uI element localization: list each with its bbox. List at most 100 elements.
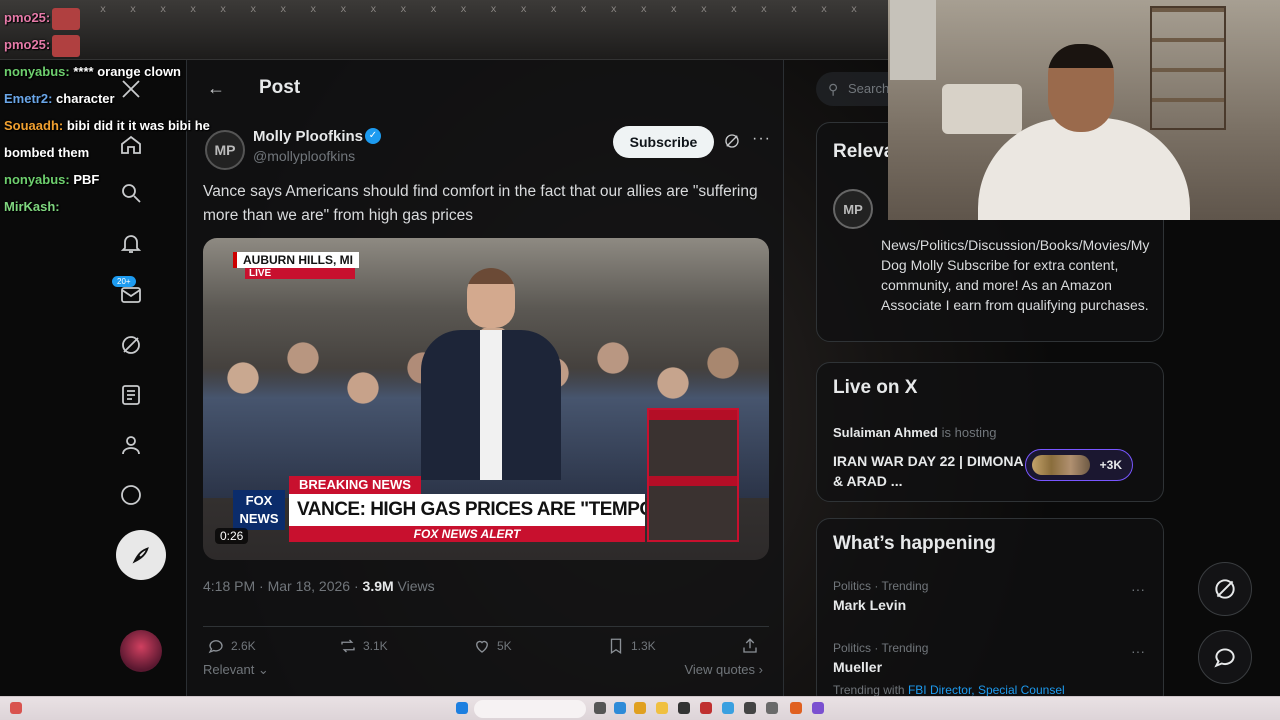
view-quotes-label: View quotes xyxy=(684,662,756,677)
trend-more-icon[interactable]: ··· xyxy=(1131,581,1145,597)
messages-icon[interactable] xyxy=(118,282,144,308)
messages-float-button[interactable] xyxy=(1198,630,1252,684)
more-options-icon[interactable] xyxy=(118,482,144,508)
views-label: Views xyxy=(397,578,435,594)
app-icon[interactable] xyxy=(678,702,690,714)
video-speaker xyxy=(467,268,515,328)
view-quotes-link[interactable]: View quotes › xyxy=(684,662,763,677)
post-actions: 2.6K 3.1K 5K 1.3K xyxy=(203,626,769,655)
like-count: 5K xyxy=(497,639,512,653)
post-text: Vance says Americans should find comfort… xyxy=(203,183,758,224)
chat-text: **** orange clown xyxy=(73,64,181,79)
inset-top-bar xyxy=(649,410,737,420)
chat-message: pmo25: xyxy=(4,4,264,31)
verified-badge-icon: ✓ xyxy=(365,128,381,144)
reply-icon xyxy=(208,640,223,654)
app-icon[interactable] xyxy=(812,702,824,714)
bookmark-button[interactable]: 1.3K xyxy=(607,637,656,655)
post-meta: 4:18 PM · Mar 18, 2026 · 3.9M Views xyxy=(203,578,435,594)
repost-button[interactable]: 3.1K xyxy=(339,637,388,655)
profile-icon[interactable] xyxy=(118,432,144,458)
reply-sort-dropdown[interactable]: Relevant ⌄ xyxy=(203,662,269,678)
chrome-icon[interactable] xyxy=(700,702,712,714)
chevron-down-icon: ⌄ xyxy=(254,662,269,677)
listener-avatars xyxy=(1032,455,1090,475)
subscribe-button[interactable]: Subscribe xyxy=(613,126,714,158)
webcam-couch xyxy=(942,84,1022,134)
author-handle[interactable]: @mollyploofkins xyxy=(253,148,355,164)
app-icon[interactable] xyxy=(766,702,778,714)
search-placeholder: Search xyxy=(848,81,890,96)
chat-message: nonyabus: PBF xyxy=(4,166,264,193)
chat-user: Souaadh: xyxy=(4,118,64,133)
chat-user: pmo25: xyxy=(4,10,51,25)
whats-happening-card: What’s happening Politics · Trending Mar… xyxy=(816,518,1164,708)
webcam-person xyxy=(1048,44,1114,132)
app-icon[interactable] xyxy=(790,702,802,714)
grok-explain-icon[interactable] xyxy=(723,132,741,155)
whats-happening-title: What’s happening xyxy=(833,533,996,554)
explorer-icon[interactable] xyxy=(634,702,646,714)
listener-count: +3K xyxy=(1099,458,1122,472)
trend-with-links[interactable]: FBI Director, Special Counsel xyxy=(908,683,1065,697)
lists-icon[interactable] xyxy=(118,382,144,408)
trend-item[interactable]: Mueller xyxy=(833,659,882,675)
post-timestamp[interactable]: 4:18 PM · Mar 18, 2026 · xyxy=(203,578,359,594)
app-icon[interactable] xyxy=(744,702,756,714)
live-listeners-pill[interactable]: +3K xyxy=(1025,449,1133,481)
page-title: Post xyxy=(259,77,301,98)
grok-float-button[interactable] xyxy=(1198,562,1252,616)
fox-news-logo: FOX NEWS xyxy=(233,490,285,530)
video-inset-feed xyxy=(647,408,739,542)
chat-message: MirKash: xyxy=(4,193,264,220)
trend-with-label: Trending with xyxy=(833,683,905,697)
chat-message: Emetr2: character xyxy=(4,85,264,112)
breaking-news-label: BREAKING NEWS xyxy=(289,476,421,494)
compose-post-button[interactable] xyxy=(116,530,166,580)
chat-message: pmo25: xyxy=(4,31,264,58)
weather-icon[interactable] xyxy=(10,702,22,714)
repost-count: 3.1K xyxy=(363,639,388,653)
trend-more-icon[interactable]: ··· xyxy=(1131,643,1145,659)
feather-icon xyxy=(132,547,149,564)
reply-sort-label: Relevant xyxy=(203,662,255,677)
chat-user: nonyabus: xyxy=(4,172,70,187)
live-host[interactable]: Sulaiman Ahmed is hosting xyxy=(833,425,997,440)
trend-item[interactable]: Mark Levin xyxy=(833,597,906,613)
start-icon[interactable] xyxy=(456,702,468,714)
windows-taskbar xyxy=(0,696,1280,720)
share-button[interactable] xyxy=(741,637,759,655)
video-player[interactable]: AUBURN HILLS, MI LIVE FOX NEWS BREAKING … xyxy=(203,238,769,560)
trend-category: Politics · Trending xyxy=(833,579,929,593)
reply-button[interactable]: 2.6K xyxy=(207,637,256,655)
webcam-shelf xyxy=(1150,6,1226,130)
chat-emote-icon xyxy=(52,7,81,30)
chat-emote-icon xyxy=(52,34,81,57)
stream-chat-overlay: pmo25: pmo25: nonyabus: **** orange clow… xyxy=(4,4,264,220)
relevant-bio: News/Politics/Discussion/Books/Movies/My… xyxy=(881,237,1150,313)
taskbar-search[interactable] xyxy=(474,700,586,718)
live-on-x-title: Live on X xyxy=(833,377,918,398)
chat-text: character xyxy=(56,91,115,106)
repost-icon xyxy=(341,639,355,653)
edge-icon[interactable] xyxy=(614,702,626,714)
folder-icon[interactable] xyxy=(656,702,668,714)
grok-icon xyxy=(1215,579,1235,599)
post-column: ← Post MP Molly Ploofkins ✓ @mollyploofk… xyxy=(186,60,784,696)
like-button[interactable]: 5K xyxy=(473,637,512,655)
post-more-icon[interactable]: ··· xyxy=(752,130,771,148)
author-name[interactable]: Molly Ploofkins xyxy=(253,128,363,145)
relevant-avatar[interactable]: MP xyxy=(833,189,873,229)
live-space-title[interactable]: IRAN WAR DAY 22 | DIMONA & ARAD ... xyxy=(833,451,1033,491)
webcam-overlay xyxy=(888,0,1280,220)
grok-icon[interactable] xyxy=(118,332,144,358)
app-icon[interactable] xyxy=(722,702,734,714)
webcam-window xyxy=(890,0,936,80)
video-live-tag: LIVE xyxy=(245,268,355,279)
live-on-x-card: Live on X Sulaiman Ahmed is hosting IRAN… xyxy=(816,362,1164,502)
chat-message: Souaadh: bibi did it it was bibi he bomb… xyxy=(4,112,254,166)
fox-news-alert: FOX NEWS ALERT xyxy=(289,526,645,542)
account-avatar[interactable] xyxy=(120,630,162,672)
task-view-icon[interactable] xyxy=(594,702,606,714)
notifications-icon[interactable] xyxy=(118,230,144,256)
